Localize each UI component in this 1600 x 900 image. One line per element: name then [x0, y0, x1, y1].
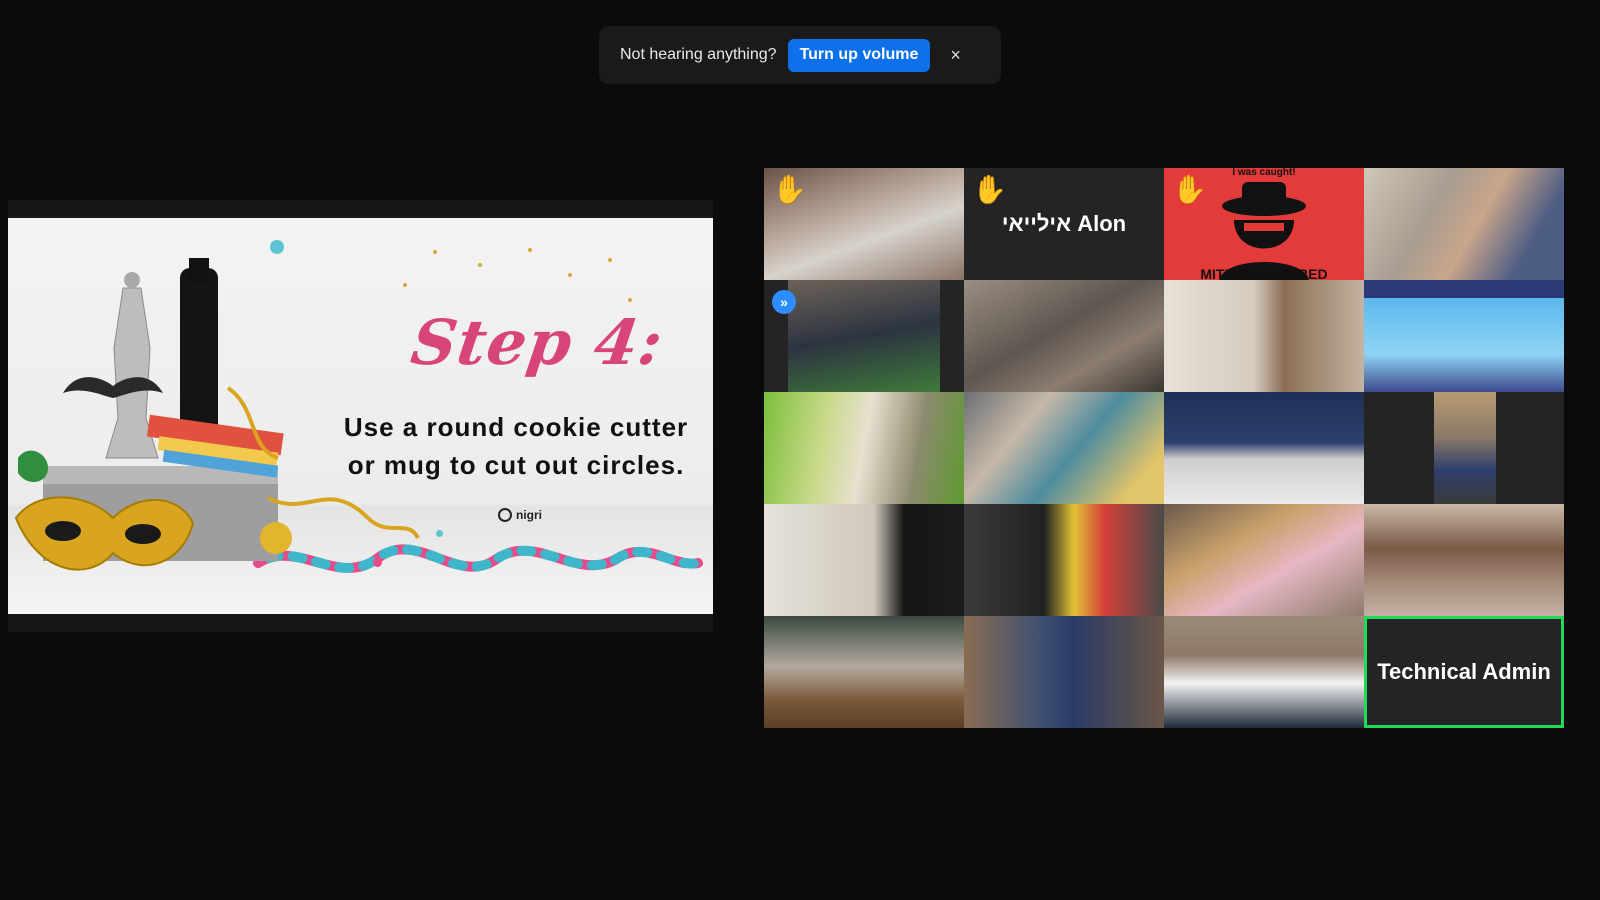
participant-tile[interactable]	[1364, 280, 1564, 392]
participant-tile[interactable]	[964, 280, 1164, 392]
raised-hand-icon: ✋	[772, 174, 807, 205]
logo-text: nigri	[516, 508, 542, 522]
participant-tile[interactable]	[964, 504, 1164, 616]
participant-tile[interactable]: ✋ אילייאי Alon	[964, 168, 1164, 280]
participant-tile[interactable]	[764, 504, 964, 616]
participant-video	[964, 504, 1164, 616]
participant-video	[1364, 504, 1564, 616]
participant-video-top-bar	[1364, 280, 1564, 298]
confetti-dot	[403, 283, 407, 287]
confetti-dot	[608, 258, 612, 262]
confetti-dot	[628, 298, 632, 302]
participant-video	[788, 280, 940, 392]
participant-name: Technical Admin	[1377, 659, 1551, 684]
slide-instructions-line-2: or mug to cut out circles.	[347, 450, 685, 480]
participant-video	[764, 616, 964, 728]
confetti-dot	[373, 558, 382, 567]
participant-tile[interactable]	[964, 616, 1164, 728]
participant-video	[1364, 298, 1564, 392]
participant-tile[interactable]	[764, 616, 964, 728]
shared-slide: Step 4: Use a round cookie cutter or mug…	[8, 218, 713, 614]
participant-video	[1434, 392, 1496, 504]
participant-video	[764, 504, 964, 616]
spotlight-icon[interactable]: »	[772, 290, 796, 314]
participant-video	[1364, 168, 1564, 280]
participant-video	[1164, 504, 1364, 616]
logo-icon	[498, 508, 512, 522]
participant-tile[interactable]	[1164, 616, 1364, 728]
participant-video	[964, 280, 1164, 392]
confetti-dot	[528, 248, 532, 252]
slide-title: Step 4:	[406, 306, 668, 379]
participant-video	[1164, 392, 1364, 504]
participant-video	[764, 392, 964, 504]
participant-tile[interactable]	[964, 392, 1164, 504]
participant-tile[interactable]	[1364, 504, 1564, 616]
participant-video	[1164, 616, 1364, 728]
participant-tile[interactable]	[1164, 504, 1364, 616]
participant-tile[interactable]: I was caught! MITZVAH MOBBED ✋	[1164, 168, 1364, 280]
participant-video	[1164, 280, 1364, 392]
confetti-dot	[433, 250, 437, 254]
slide-instructions-line-1: Use a round cookie cutter	[343, 412, 689, 442]
participant-tile[interactable]	[1164, 280, 1364, 392]
confetti-dot	[270, 240, 284, 254]
participant-gallery: ✋ ✋ אילייאי Alon I was caught! MITZVAH M…	[764, 168, 1564, 728]
participant-tile[interactable]	[1364, 392, 1564, 504]
participant-video	[964, 616, 1164, 728]
participant-tile[interactable]	[1164, 392, 1364, 504]
participant-tile[interactable]: »	[764, 280, 964, 392]
participant-tile[interactable]	[1364, 168, 1564, 280]
slide-logo: nigri	[498, 508, 542, 522]
audio-notification: Not hearing anything? Turn up volume ×	[599, 26, 1001, 84]
confetti-dot	[478, 263, 482, 267]
participant-video	[964, 392, 1164, 504]
screen-share-area: Step 4: Use a round cookie cutter or mug…	[8, 200, 713, 632]
confetti-dot	[568, 273, 572, 277]
participant-tile[interactable]	[764, 392, 964, 504]
turn-up-volume-button[interactable]: Turn up volume	[787, 38, 931, 72]
notification-text: Not hearing anything?	[620, 46, 777, 63]
active-speaker-tile[interactable]: Technical Admin	[1364, 616, 1564, 728]
avatar-caption-bottom: MITZVAH MOBBED	[1200, 266, 1328, 280]
slide-instructions: Use a round cookie cutter or mug to cut …	[326, 408, 706, 484]
participant-tile[interactable]: ✋	[764, 168, 964, 280]
raised-hand-icon: ✋	[1172, 174, 1207, 205]
close-icon[interactable]: ×	[950, 45, 961, 66]
participant-name: אילייאי Alon	[1001, 211, 1127, 236]
confetti-dot	[436, 530, 443, 537]
